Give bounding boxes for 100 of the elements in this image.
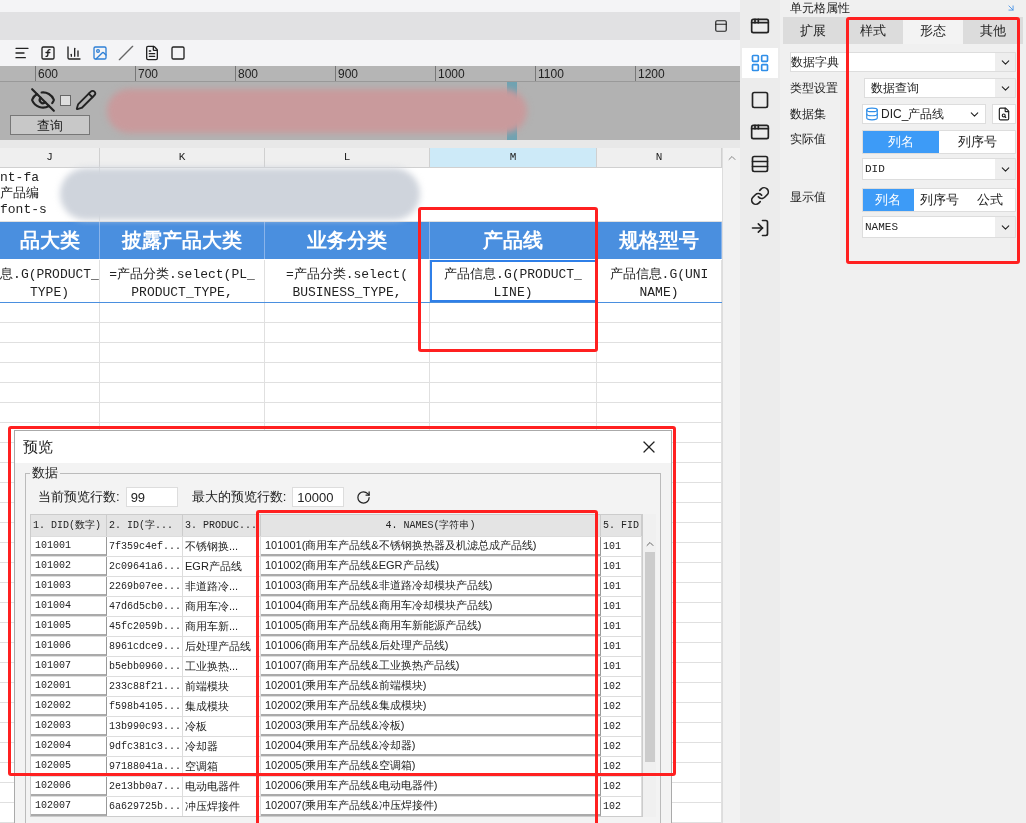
field-label: 类型设置 — [790, 80, 839, 97]
align-left-icon[interactable] — [14, 45, 30, 61]
group-title: 数据 — [30, 465, 60, 481]
table-cell-text: 101004(商用车产品线&商用车冷却模块产品线) — [265, 598, 493, 614]
image-icon[interactable] — [92, 45, 108, 61]
panel-icon[interactable] — [714, 19, 728, 33]
query-button[interactable]: 查询 — [10, 115, 90, 135]
formula-text: NAME) — [639, 283, 679, 302]
field-label: 当前预览行数: — [38, 488, 120, 507]
header-cell-text: 产品线 — [483, 228, 543, 254]
table-cell-text: 101 — [603, 620, 621, 634]
table-cell-text: b5ebb0960... — [109, 660, 181, 674]
dictionary-dropdown[interactable]: 数据字典 — [790, 52, 1016, 72]
table-cell-text: 101002 — [35, 559, 71, 573]
mode-tab[interactable]: 列序号 — [939, 131, 1015, 153]
table-cell-text: 102003 — [35, 719, 71, 733]
max-rows-field[interactable]: 10000 — [292, 487, 345, 507]
table-cell-text: 工业换热... — [185, 659, 239, 675]
table-cell-text: 102005 — [35, 759, 71, 773]
eye-off-icon[interactable] — [30, 87, 56, 113]
table-column-header[interactable]: 2. ID(字... — [109, 518, 173, 533]
arrow-icon — [1006, 3, 1016, 13]
dataset-dropdown[interactable]: DIC_产品线 — [862, 104, 986, 124]
formula-cell[interactable]: 息.G(PRODUCT_ TYPE) — [0, 259, 100, 302]
formula-text: 产品信息.G(UNI — [609, 265, 709, 284]
table-cell-text: EGR产品线 — [185, 559, 242, 575]
file-search-icon — [997, 107, 1011, 121]
refresh-icon[interactable] — [356, 489, 372, 505]
mode-tab[interactable]: 公式 — [964, 189, 1015, 211]
layout-icon[interactable] — [750, 16, 770, 36]
border-icon[interactable] — [170, 45, 186, 61]
field-label: 最大的预览行数: — [191, 488, 287, 507]
rows-icon[interactable] — [750, 154, 770, 174]
table-cell-text: 前端模块 — [185, 679, 229, 695]
table-column-header[interactable]: 4. NAMES(字符串) — [385, 518, 476, 533]
formula-cell[interactable]: 产品信息.G(PRODUCT_ LINE) — [430, 259, 597, 302]
ruler-mark: 900 — [338, 67, 359, 80]
property-tab[interactable]: 扩展 — [783, 17, 843, 44]
ruler-mark: 1200 — [638, 67, 665, 80]
table-cell-text: f598b4105... — [109, 700, 181, 714]
table-column-header[interactable]: 5. FID — [603, 518, 639, 533]
table-cell-text: 102 — [603, 740, 621, 754]
table-cell-text: 102007(乘用车产品线&冲压焊接件) — [265, 798, 438, 814]
table-cell-text: 101001 — [35, 539, 71, 553]
document-icon[interactable] — [144, 45, 160, 61]
table-column-header[interactable]: 1. DID(数字) — [33, 518, 101, 533]
table-cell-text: 101005 — [35, 619, 71, 633]
formula-text: TYPE) — [30, 283, 69, 302]
table-cell-text: 非道路冷... — [185, 579, 239, 595]
slash-icon[interactable] — [118, 45, 134, 61]
vertical-scrollbar[interactable] — [722, 148, 740, 823]
table-cell-text: 冷却器 — [185, 739, 218, 755]
table-cell-text: 102 — [603, 700, 621, 714]
table-cell-text: 8961cdce9... — [109, 640, 181, 654]
function-icon[interactable] — [40, 45, 56, 61]
table-cell-text: 102002(乘用车产品线&集成模块) — [265, 698, 427, 714]
column-header[interactable]: J — [0, 148, 100, 167]
bar-chart-icon[interactable] — [66, 45, 82, 61]
formula-text: =产品分类.select(PL_ — [109, 265, 255, 284]
pencil-icon[interactable] — [75, 89, 97, 111]
import-icon[interactable] — [750, 218, 770, 238]
ruler-mark: 1100 — [538, 67, 564, 80]
preview-button[interactable] — [992, 104, 1016, 124]
table-cell-text: 6a629725b... — [109, 800, 181, 814]
table-cell-text: 101 — [603, 540, 621, 554]
column-header[interactable]: K — [100, 148, 265, 167]
table-cell-text: 101007 — [35, 659, 71, 673]
table-cell-text: 2e13bb0a7... — [109, 780, 181, 794]
table-cell-text: 9dfc381c3... — [109, 740, 181, 754]
table-cell-text: 101 — [603, 600, 621, 614]
table-column-header[interactable]: 3. PRODUC... — [185, 518, 257, 533]
field-label: 显示值 — [790, 189, 827, 206]
table-cell-text: 47d6d5cb0... — [109, 600, 181, 614]
ruler-mark: 1000 — [438, 67, 465, 80]
mode-tab[interactable]: 列序号 — [913, 189, 965, 211]
table-cell-text: 商用车冷... — [185, 599, 239, 615]
formula-cell[interactable]: =产品分类.select(PL_ PRODUCT_TYPE, — [100, 259, 265, 302]
table-cell-text: 冷板 — [185, 719, 207, 735]
table-cell-text: 2269b07ee... — [109, 580, 181, 594]
formula-text: 息.G(PRODUCT_ — [0, 265, 99, 284]
table-cell-text: 101004 — [35, 599, 71, 613]
ruler-mark: 700 — [138, 67, 159, 80]
current-rows-field[interactable]: 99 — [125, 487, 178, 507]
dropdown[interactable]: DID — [862, 158, 1016, 180]
table-cell-text: 101006 — [35, 639, 71, 653]
dialog-title: 预览 — [23, 436, 53, 457]
dropdown[interactable]: NAMES — [862, 216, 1016, 238]
column-header[interactable]: M — [430, 148, 597, 167]
table-cell-text: 冲压焊接件 — [185, 799, 240, 815]
table-cell-text: 101 — [603, 580, 621, 594]
table-cell-text: 102007 — [35, 799, 71, 813]
frame-icon[interactable] — [750, 90, 770, 110]
type-dropdown[interactable]: 数据查询 — [864, 78, 1016, 98]
widget-icon[interactable] — [750, 122, 770, 142]
formula-cell[interactable]: =产品分类.select( BUSINESS_TYPE, — [265, 259, 430, 302]
table-cell-text: 后处理产品线 — [185, 639, 251, 655]
checkbox[interactable] — [60, 94, 71, 106]
cell-properties-icon[interactable] — [750, 53, 770, 73]
link-icon[interactable] — [750, 186, 770, 206]
table-cell-text: 102003(乘用车产品线&冷板) — [265, 718, 405, 734]
